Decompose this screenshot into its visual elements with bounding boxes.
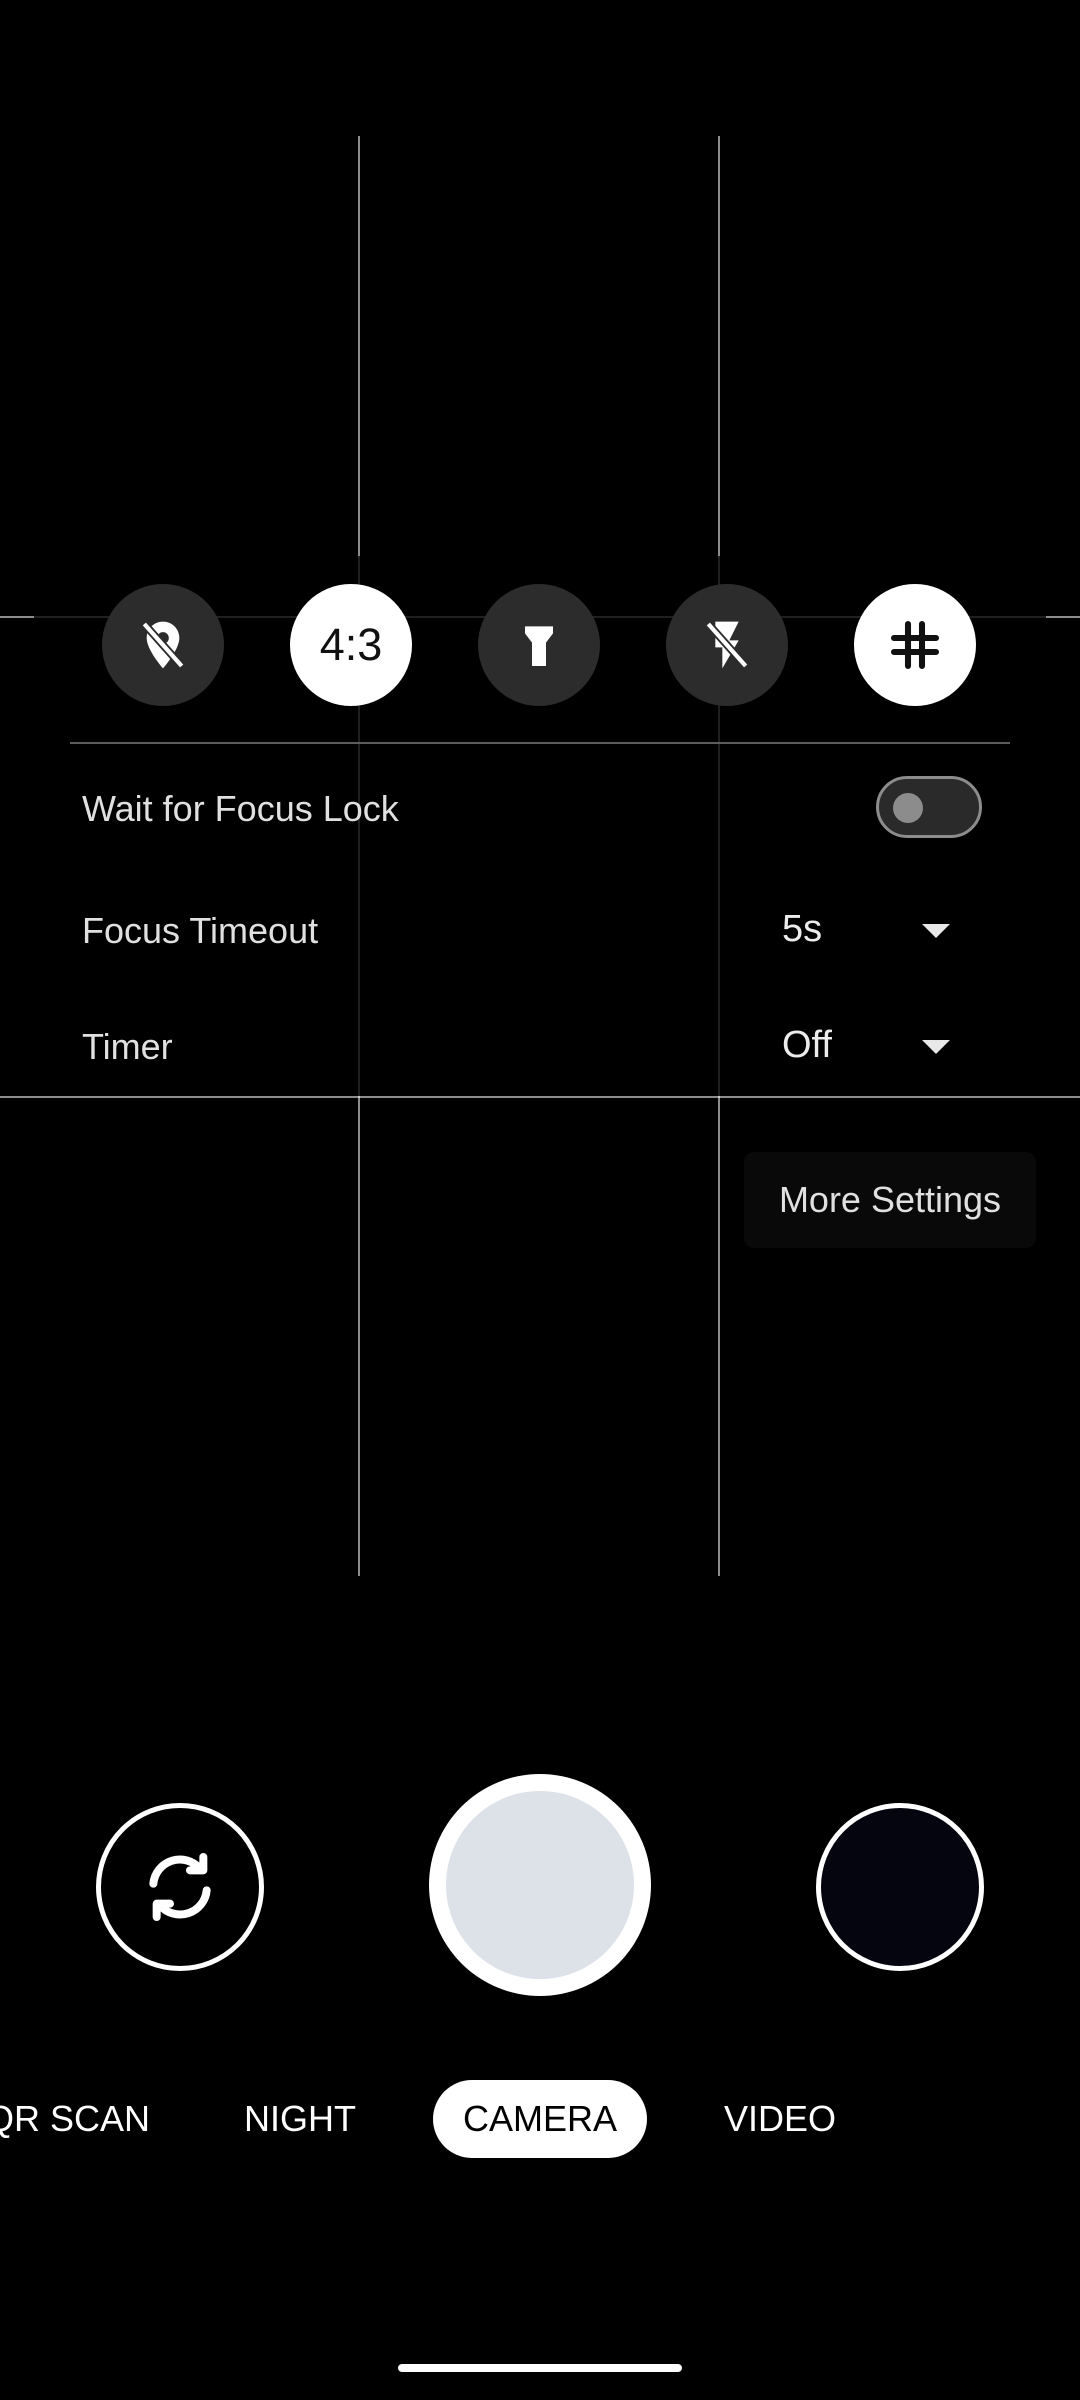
chevron-down-icon[interactable]: [922, 1040, 950, 1054]
chevron-down-icon[interactable]: [922, 924, 950, 938]
flash-off-icon: [705, 621, 749, 669]
timer-value[interactable]: Off: [782, 1024, 832, 1067]
gallery-thumbnail[interactable]: [816, 1803, 984, 1971]
flip-camera-icon: [149, 1853, 211, 1921]
grid-icon: [890, 620, 940, 670]
flash-mode-button[interactable]: [666, 584, 788, 706]
mode-night[interactable]: NIGHT: [230, 2080, 370, 2158]
location-off-icon: [141, 621, 185, 669]
settings-divider: [70, 742, 1010, 744]
mode-qr-scan[interactable]: QR SCAN: [0, 2080, 158, 2158]
shutter-inner: [446, 1791, 634, 1979]
camera-screen: 4:3 Wait for Focus Lock Focus Timeout 5s…: [0, 0, 1080, 2400]
mode-camera[interactable]: CAMERA: [433, 2080, 647, 2158]
flashlight-icon: [525, 626, 553, 666]
torch-button[interactable]: [478, 584, 600, 706]
grid-line-horizontal-2: [0, 1096, 1080, 1098]
mode-video[interactable]: VIDEO: [712, 2080, 848, 2158]
home-indicator[interactable]: [398, 2364, 682, 2372]
location-toggle-button[interactable]: [102, 584, 224, 706]
focus-lock-toggle[interactable]: [876, 776, 982, 838]
toggle-knob: [893, 793, 923, 823]
focus-timeout-label: Focus Timeout: [82, 910, 319, 951]
aspect-ratio-label: 4:3: [319, 619, 383, 670]
flip-camera-button[interactable]: [96, 1803, 264, 1971]
focus-timeout-value[interactable]: 5s: [782, 908, 822, 951]
grid-button[interactable]: [854, 584, 976, 706]
aspect-ratio-button[interactable]: 4:3: [290, 584, 412, 706]
focus-lock-label: Wait for Focus Lock: [82, 788, 399, 829]
timer-label: Timer: [82, 1026, 173, 1067]
more-settings-button[interactable]: More Settings: [744, 1152, 1036, 1248]
shutter-button[interactable]: [429, 1774, 651, 1996]
